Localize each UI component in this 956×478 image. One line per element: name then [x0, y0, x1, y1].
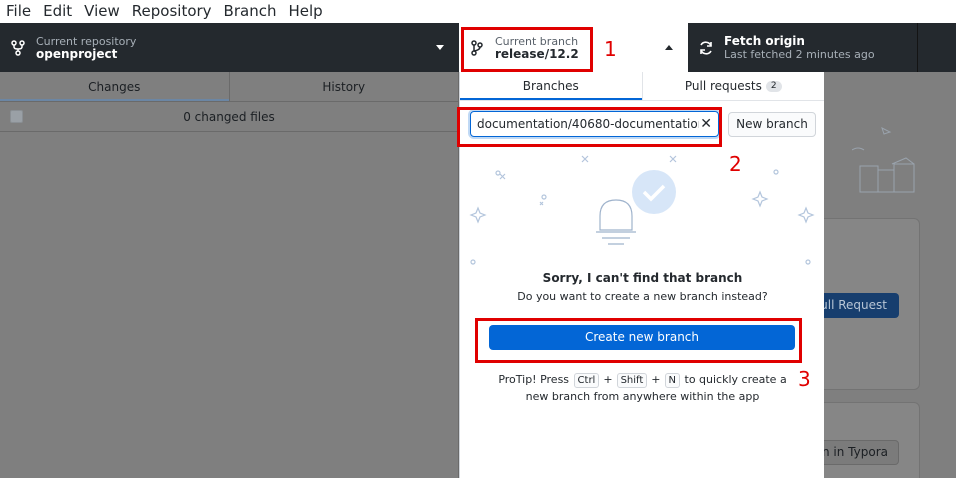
protip-text: ProTip! Press Ctrl + Shift + N to quickly cr… — [490, 371, 795, 405]
tab-history[interactable]: History — [228, 72, 458, 101]
chevron-up-icon — [665, 45, 673, 50]
kbd-plus: + — [603, 373, 613, 386]
annotation-box-3 — [475, 318, 802, 363]
menu-branch[interactable]: Branch — [218, 0, 283, 23]
menu-help[interactable]: Help — [282, 0, 328, 23]
sync-icon — [698, 40, 714, 56]
tab-branches-label: Branches — [522, 79, 579, 93]
empty-state-illustration-icon — [469, 155, 815, 265]
kbd-plus: + — [651, 373, 661, 386]
last-fetched-text: Last fetched 2 minutes ago — [724, 47, 875, 61]
tab-pull-requests[interactable]: Pull requests 2 — [641, 72, 825, 100]
pull-request-count-badge: 2 — [765, 81, 782, 92]
kbd-shift: Shift — [616, 373, 648, 388]
annotation-box-1 — [461, 27, 593, 72]
illustration-icon — [852, 127, 915, 193]
changes-header: 0 changed files — [0, 102, 458, 132]
menu-edit[interactable]: Edit — [37, 0, 78, 23]
annotation-box-2 — [457, 107, 722, 147]
changes-panel: Changes History 0 changed files — [0, 72, 459, 478]
repo-fork-icon — [10, 39, 26, 56]
current-repository-button[interactable]: Current repository openproject — [0, 23, 459, 72]
empty-state-subtitle: Do you want to create a new branch inste… — [517, 290, 768, 303]
kbd-ctrl: Ctrl — [573, 373, 600, 388]
annotation-number-1: 1 — [604, 37, 617, 61]
fetch-origin-title: Fetch origin — [724, 33, 805, 48]
annotation-number-2: 2 — [729, 152, 742, 176]
tab-changes[interactable]: Changes — [0, 72, 229, 101]
dropdown-tabs: Branches Pull requests 2 — [460, 72, 824, 101]
menu-view[interactable]: View — [78, 0, 126, 23]
select-all-checkbox[interactable] — [10, 110, 23, 123]
empty-state-title: Sorry, I can't find that branch — [542, 271, 743, 285]
current-repository-label: Current repository — [36, 34, 137, 48]
protip-prefix: ProTip! Press — [498, 373, 570, 386]
chevron-down-icon — [436, 45, 444, 50]
changed-files-count: 0 changed files — [183, 109, 275, 124]
current-repository-name: openproject — [36, 46, 118, 61]
menu-repository[interactable]: Repository — [126, 0, 218, 23]
left-tabs: Changes History — [0, 72, 458, 102]
menu-file[interactable]: File — [0, 0, 37, 23]
tab-pull-requests-label: Pull requests — [684, 79, 762, 93]
annotation-number-3: 3 — [798, 367, 811, 391]
menu-bar: File Edit View Repository Branch Help — [0, 0, 956, 23]
kbd-n: N — [664, 373, 680, 388]
fetch-origin-button[interactable]: Fetch origin Last fetched 2 minutes ago — [688, 23, 918, 72]
new-branch-button[interactable]: New branch — [728, 112, 816, 137]
tab-branches[interactable]: Branches — [460, 72, 642, 100]
